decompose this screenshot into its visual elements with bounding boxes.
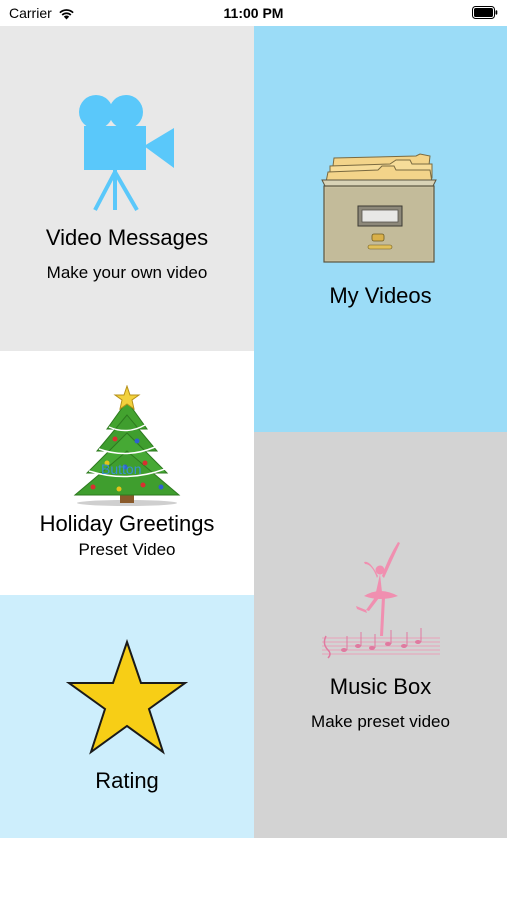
status-time: 11:00 PM <box>223 5 284 21</box>
holiday-greetings-tile[interactable]: Button Holiday Greetings Preset Video <box>0 351 254 595</box>
rating-tile[interactable]: Rating <box>0 595 254 838</box>
video-camera-icon <box>79 95 174 212</box>
holiday-greetings-subtitle: Preset Video <box>78 540 176 559</box>
holiday-overlay-button[interactable]: Button <box>101 461 141 477</box>
app-screen: Carrier 11:00 PM Video Messages Make you… <box>0 0 507 900</box>
ballerina-icon <box>322 542 440 659</box>
rating-title: Rating <box>95 768 159 793</box>
file-cabinet-icon <box>321 153 437 263</box>
video-messages-tile[interactable]: Video Messages Make your own video <box>0 26 254 351</box>
video-messages-subtitle: Make your own video <box>46 263 208 282</box>
music-box-tile[interactable]: Music Box Make preset video <box>254 432 507 838</box>
my-videos-title: My Videos <box>329 283 432 308</box>
holiday-greetings-title: Holiday Greetings <box>39 511 215 536</box>
music-box-title: Music Box <box>329 674 432 699</box>
star-icon <box>66 639 188 755</box>
my-videos-tile[interactable]: My Videos <box>254 26 507 432</box>
christmas-tree-icon <box>73 385 181 506</box>
music-box-subtitle: Make preset video <box>311 712 450 731</box>
status-bar: Carrier 11:00 PM <box>0 0 507 26</box>
video-messages-title: Video Messages <box>45 225 209 250</box>
battery-icon <box>472 6 498 19</box>
